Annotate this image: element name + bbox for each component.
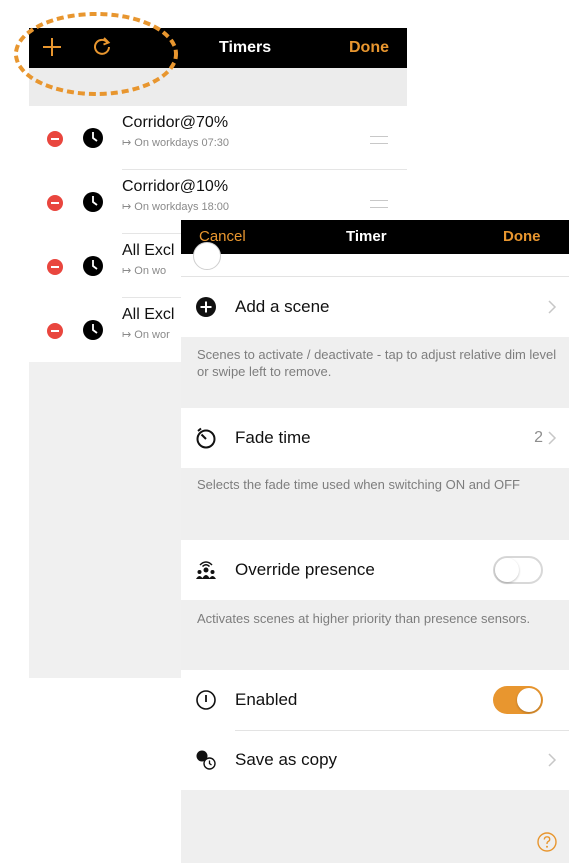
add-scene-row[interactable]: Add a scene: [181, 277, 569, 337]
override-presence-label: Override presence: [235, 560, 375, 579]
enabled-row: Enabled: [181, 670, 569, 730]
presence-icon: [196, 561, 216, 579]
fade-time-description: Selects the fade time used when switchin…: [197, 477, 520, 492]
timer-icon: [196, 427, 216, 449]
scene-row-partial[interactable]: [181, 242, 569, 277]
save-as-copy-label: Save as copy: [235, 750, 338, 769]
fade-time-label: Fade time: [235, 428, 311, 447]
fade-time-row[interactable]: Fade time 2: [181, 408, 569, 468]
settings-group: Enabled Save as copy: [181, 670, 569, 790]
timer-schedule: ↦ On wor: [122, 329, 170, 341]
toggle-knob: [495, 558, 519, 582]
clock-icon: [83, 128, 103, 148]
scene-icon: [193, 242, 221, 270]
delete-icon[interactable]: [47, 259, 63, 275]
add-scene-label: Add a scene: [235, 297, 330, 316]
copy-icon: [196, 750, 216, 770]
timer-name: Corridor@10%: [122, 178, 229, 195]
sheet-title: Timer: [346, 228, 387, 245]
timer-row[interactable]: Corridor@70% ↦ On workdays 07:30: [29, 106, 407, 170]
timer-name: All Excl: [122, 242, 175, 259]
done-button[interactable]: Done: [349, 28, 389, 68]
timer-schedule: ↦ On workdays 07:30: [122, 137, 230, 149]
done-button[interactable]: Done: [503, 220, 541, 254]
reorder-icon[interactable]: [370, 136, 388, 144]
scenes-description: Scenes to activate / deactivate - tap to…: [197, 347, 557, 379]
add-circle-icon: [196, 297, 216, 317]
power-icon: [196, 690, 216, 710]
timer-schedule: ↦ On workdays 18:00: [122, 201, 230, 213]
delete-icon[interactable]: [47, 131, 63, 147]
clock-icon: [83, 192, 103, 212]
delete-icon[interactable]: [47, 195, 63, 211]
page-title: Timers: [219, 39, 272, 56]
reorder-icon[interactable]: [370, 200, 388, 208]
enabled-label: Enabled: [235, 690, 298, 709]
clock-icon: [83, 320, 103, 340]
delete-icon[interactable]: [47, 323, 63, 339]
clock-icon: [83, 256, 103, 276]
chevron-right-icon: [548, 431, 557, 445]
override-presence-toggle[interactable]: [493, 556, 543, 584]
timer-sheet: Cancel Timer Done Add a scene Scenes to …: [181, 220, 569, 863]
timer-name: Corridor@70%: [122, 114, 229, 131]
override-presence-row: Override presence: [181, 540, 569, 600]
highlight-annotation: [14, 12, 178, 96]
chevron-right-icon: [548, 300, 557, 314]
sheet-navigation-bar: Cancel Timer Done: [181, 220, 569, 254]
override-presence-description: Activates scenes at higher priority than…: [197, 611, 531, 626]
chevron-right-icon: [548, 753, 557, 767]
timer-name: All Excl: [122, 306, 175, 323]
help-icon[interactable]: [537, 832, 557, 852]
toggle-knob: [517, 688, 541, 712]
timer-schedule: ↦ On wo: [122, 265, 167, 277]
fade-time-value: 2: [534, 429, 543, 446]
enabled-toggle[interactable]: [493, 686, 543, 714]
save-as-copy-row[interactable]: Save as copy: [181, 731, 569, 790]
